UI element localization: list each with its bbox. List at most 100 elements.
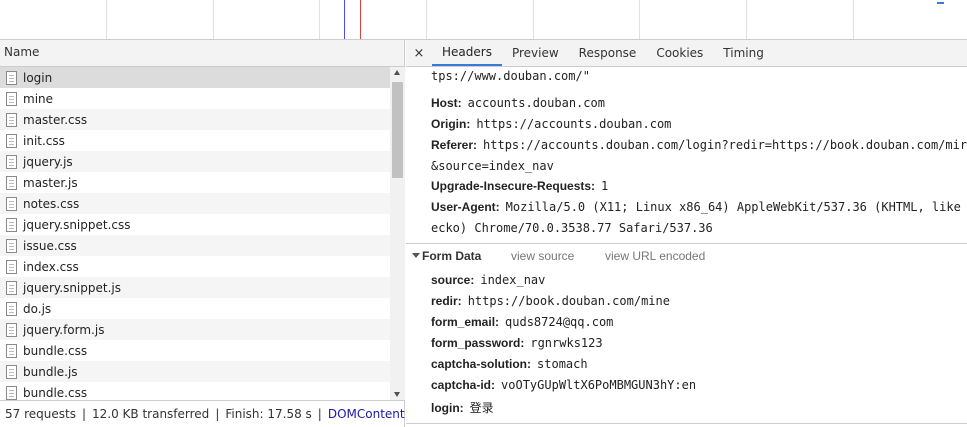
request-name: init.css — [23, 133, 65, 148]
scroll-down-arrow-icon[interactable] — [394, 392, 400, 397]
header-value: tps://www.douban.com/" — [431, 69, 590, 83]
form-field-value: rgnrwks123 — [530, 336, 603, 350]
request-row[interactable]: init.css — [0, 130, 390, 151]
form-field: redir: https://book.douban.com/mine — [431, 294, 670, 308]
request-name: issue.css — [23, 238, 77, 253]
request-row[interactable]: issue.css — [0, 235, 390, 256]
tab-timing[interactable]: Timing — [713, 40, 774, 66]
request-detail-panel: × Headers Preview Response Cookies Timin… — [406, 40, 967, 427]
network-overview[interactable] — [0, 0, 967, 40]
tab-response[interactable]: Response — [569, 40, 647, 66]
request-row[interactable]: bundle.css — [0, 382, 390, 400]
form-field: source: index_nav — [431, 273, 545, 287]
form-data-section-header[interactable]: Form Data view source view URL encoded — [406, 243, 967, 267]
request-name: jquery.js — [23, 154, 73, 169]
section-divider — [406, 423, 967, 424]
form-field: form_password: rgnrwks123 — [431, 336, 603, 350]
document-icon — [6, 343, 17, 358]
header-value: ecko) Chrome/70.0.3538.77 Safari/537.36 — [431, 221, 713, 235]
form-field-key: redir: — [431, 294, 462, 308]
header-value: &source=index_nav — [431, 159, 554, 173]
request-name: master.js — [23, 175, 78, 190]
overview-gridline — [639, 0, 640, 39]
request-name: mine — [23, 91, 54, 106]
document-icon — [6, 70, 17, 85]
request-row[interactable]: jquery.snippet.css — [0, 214, 390, 235]
form-field: captcha-id: voOTyGUpWltX6PoMBMGUN3hY:en — [431, 378, 696, 392]
request-name: jquery.form.js — [23, 322, 105, 337]
form-field-key: form_password: — [431, 336, 525, 350]
detail-tabs: × Headers Preview Response Cookies Timin… — [406, 40, 967, 67]
overview-gridline — [746, 0, 747, 39]
name-column-header[interactable]: Name — [0, 40, 404, 67]
network-status-bar: 57 requests | 12.0 KB transferred | Finish: … — [0, 400, 405, 427]
request-row[interactable]: master.css — [0, 109, 390, 130]
request-bar — [937, 2, 944, 4]
header-key: Upgrade-Insecure-Requests: — [431, 179, 596, 193]
form-field-key: source: — [431, 273, 475, 287]
expand-triangle-icon[interactable] — [412, 253, 420, 258]
request-row[interactable]: index.css — [0, 256, 390, 277]
header-key: Referer: — [431, 138, 478, 152]
request-name: jquery.snippet.css — [23, 217, 131, 232]
request-row[interactable]: do.js — [0, 298, 390, 319]
overview-gridline — [319, 0, 320, 39]
overview-gridline — [426, 0, 427, 39]
form-field-key: login: — [431, 401, 464, 415]
close-icon[interactable]: × — [406, 40, 432, 66]
request-name: bundle.js — [23, 364, 78, 379]
header-line: &source=index_nav — [431, 159, 554, 173]
form-field-value: quds8724@qq.com — [505, 315, 614, 329]
document-icon — [6, 196, 17, 211]
request-row[interactable]: login — [0, 67, 390, 88]
form-field-value: stomach — [537, 357, 588, 371]
header-value: 1 — [601, 179, 609, 193]
overview-gridline — [213, 0, 214, 39]
request-row[interactable]: jquery.js — [0, 151, 390, 172]
form-field-value: https://book.douban.com/mine — [467, 294, 670, 308]
load-marker — [360, 0, 361, 39]
scroll-up-arrow-icon[interactable] — [394, 70, 400, 75]
overview-gridline — [853, 0, 854, 39]
request-row[interactable]: notes.css — [0, 193, 390, 214]
request-name: jquery.snippet.js — [23, 280, 121, 295]
request-row[interactable]: mine — [0, 88, 390, 109]
document-icon — [6, 301, 17, 316]
document-icon — [6, 238, 17, 253]
document-icon — [6, 322, 17, 337]
request-name: login — [23, 70, 53, 85]
request-list-scrollbar[interactable] — [390, 67, 405, 400]
request-name: bundle.css — [23, 343, 88, 358]
form-field: login: 登录 — [431, 399, 494, 416]
finish-time: Finish: 17.58 s — [225, 407, 312, 421]
form-field-key: captcha-solution: — [431, 357, 532, 371]
request-list-panel: Name login mine master.css init.css jque… — [0, 40, 405, 427]
view-url-encoded-link[interactable]: view URL encoded — [605, 249, 705, 263]
request-row[interactable]: jquery.form.js — [0, 319, 390, 340]
view-source-link[interactable]: view source — [511, 249, 574, 263]
tab-cookies[interactable]: Cookies — [646, 40, 713, 66]
document-icon — [6, 91, 17, 106]
request-count: 57 requests — [5, 407, 76, 421]
document-icon — [6, 112, 17, 127]
status-separator: | — [317, 407, 322, 421]
domcontentloaded-marker — [344, 0, 345, 39]
form-field: form_email: quds8724@qq.com — [431, 315, 613, 329]
document-icon — [6, 385, 17, 400]
request-row[interactable]: master.js — [0, 172, 390, 193]
form-field-value: 登录 — [469, 401, 494, 415]
request-row[interactable]: bundle.css — [0, 340, 390, 361]
headers-content: tps://www.douban.com/" Host: accounts.dou… — [406, 67, 967, 427]
scrollbar-thumb[interactable] — [392, 82, 403, 178]
document-icon — [6, 280, 17, 295]
document-icon — [6, 175, 17, 190]
header-line: Origin: https://accounts.douban.com — [431, 117, 671, 131]
header-value: https://accounts.douban.com/login?redir=… — [483, 138, 967, 152]
request-row[interactable]: jquery.snippet.js — [0, 277, 390, 298]
overview-gridline — [533, 0, 534, 39]
header-line: Host: accounts.douban.com — [431, 96, 605, 110]
domcontentloaded-time: DOMContentL... — [327, 407, 405, 421]
tab-preview[interactable]: Preview — [502, 40, 569, 66]
request-row[interactable]: bundle.js — [0, 361, 390, 382]
tab-headers[interactable]: Headers — [432, 40, 502, 66]
